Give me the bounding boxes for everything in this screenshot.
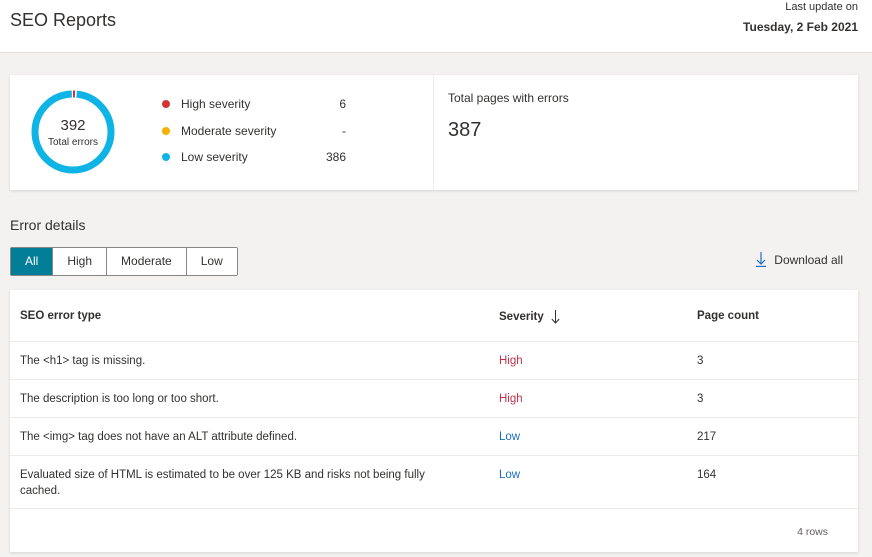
severity-count: 6	[339, 97, 346, 111]
column-header-severity[interactable]: Severity	[499, 310, 560, 324]
error-type-cell: The description is too long or too short…	[20, 393, 219, 405]
severity-count: -	[342, 123, 346, 138]
error-details-title: Error details	[10, 217, 86, 233]
high-severity-dot	[162, 100, 170, 108]
last-update-label: Last update on	[785, 1, 858, 13]
errors-table: SEO error type Severity Page count The <…	[10, 290, 858, 552]
sort-descending-icon	[551, 310, 560, 324]
download-icon	[756, 252, 767, 267]
severity-name: Moderate severity	[181, 123, 277, 138]
table-row-divider	[10, 508, 858, 509]
summary-card: 392 Total errors High severity 6 Moderat…	[10, 75, 858, 190]
severity-count: 386	[325, 150, 346, 164]
last-update-date: Tuesday, 2 Feb 2021	[743, 20, 858, 34]
filter-moderate-button[interactable]: Moderate	[107, 248, 187, 275]
error-type-cell: The <h1> tag is missing.	[20, 355, 146, 367]
table-row[interactable]: The description is too long or too short…	[10, 379, 858, 417]
column-header-type[interactable]: SEO error type	[20, 310, 101, 322]
download-all-label: Download all	[774, 252, 843, 267]
total-pages-label: Total pages with errors	[448, 91, 569, 105]
total-pages-value: 387	[448, 119, 482, 141]
page-count-cell: 164	[697, 469, 717, 481]
severity-legend: High severity 6 Moderate severity - Low …	[162, 97, 352, 177]
page-header: SEO Reports Last update on Tuesday, 2 Fe…	[0, 0, 872, 53]
moderate-severity-dot	[162, 126, 170, 135]
severity-filter-group: All High Moderate Low	[10, 247, 238, 276]
page-title: SEO Reports	[10, 10, 117, 30]
error-type-cell: Evaluated size of HTML is estimated to b…	[20, 469, 425, 497]
summary-divider	[433, 75, 434, 190]
table-row[interactable]: The <img> tag does not have an ALT attri…	[10, 417, 858, 455]
low-severity-dot	[162, 153, 170, 161]
table-row[interactable]: Evaluated size of HTML is estimated to b…	[10, 455, 858, 508]
page-count-cell: 3	[697, 355, 704, 367]
severity-cell: High	[499, 355, 523, 367]
filter-high-button[interactable]: High	[53, 248, 108, 275]
donut-center: 392 Total errors	[30, 117, 116, 148]
error-type-cell: The <img> tag does not have an ALT attri…	[20, 431, 298, 443]
filter-all-button[interactable]: All	[11, 248, 54, 275]
total-errors-label: Total errors	[47, 137, 98, 148]
severity-cell: Low	[499, 431, 521, 443]
page-count-cell: 3	[697, 393, 704, 405]
severity-cell: High	[499, 393, 523, 405]
total-errors-value: 392	[60, 117, 86, 134]
download-all-button[interactable]: Download all	[756, 252, 843, 267]
severity-row-low: Low severity 386	[162, 150, 352, 177]
column-header-count[interactable]: Page count	[697, 310, 759, 322]
column-header-severity-label: Severity	[499, 311, 544, 324]
severity-row-high: High severity 6	[162, 97, 352, 124]
severity-name: Low severity	[181, 150, 248, 164]
page-count-cell: 217	[697, 431, 717, 443]
severity-cell: Low	[499, 469, 521, 481]
severity-name: High severity	[181, 97, 251, 111]
table-row[interactable]: The <h1> tag is missing. High 3	[10, 341, 858, 379]
severity-row-moderate: Moderate severity -	[162, 124, 352, 151]
filter-low-button[interactable]: Low	[186, 248, 237, 275]
rows-count: 4 rows	[797, 526, 828, 538]
